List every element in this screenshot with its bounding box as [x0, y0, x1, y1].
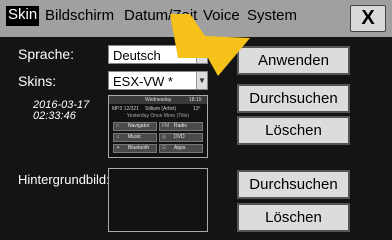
preview-time: 18:15: [189, 97, 202, 103]
apply-button[interactable]: Anwenden: [237, 46, 350, 75]
tab-skin[interactable]: Skin: [6, 6, 40, 26]
preview-button: □ Navigator: [113, 122, 157, 131]
preview-track: MP3 12/321: [112, 106, 139, 112]
music-icon: ♫: [116, 134, 120, 140]
skins-label: Skins:: [18, 73, 57, 89]
tab-bildschirm[interactable]: Bildschirm: [45, 7, 114, 25]
browse-skin-button[interactable]: Durchsuchen: [237, 84, 350, 113]
preview-button: FM Radio: [159, 122, 203, 131]
preview-button: ◎ DVD: [159, 133, 203, 142]
delete-background-button[interactable]: Löschen: [237, 203, 350, 232]
tab-bar: Skin Bildschirm Datum/Zeit Voice System …: [0, 0, 392, 37]
chevron-down-icon[interactable]: ▼: [196, 72, 207, 89]
sprache-select[interactable]: Deutsch ▼: [108, 45, 208, 64]
navigator-icon: □: [116, 123, 120, 129]
hintergrundbild-label: Hintergrundbild:: [18, 172, 110, 187]
skins-select[interactable]: ESX-VW * ▼: [108, 71, 208, 90]
preview-day: Wednesday: [145, 97, 172, 103]
preview-temp: 13°: [193, 106, 201, 112]
chevron-down-icon[interactable]: ▼: [196, 46, 207, 63]
preview-artist: Stiliam (Artist): [145, 106, 177, 112]
preview-button: ☷ Apps: [159, 144, 203, 153]
tab-voice[interactable]: Voice: [203, 7, 240, 25]
tab-datum-zeit[interactable]: Datum/Zeit: [124, 7, 197, 25]
skin-time: 02:33:46: [33, 110, 76, 122]
radio-icon: FM: [162, 123, 170, 129]
preview-button: ✦ Bluetooth: [113, 144, 157, 153]
skin-settings-screen: Skin Bildschirm Datum/Zeit Voice System …: [0, 0, 392, 240]
browse-background-button[interactable]: Durchsuchen: [237, 170, 350, 199]
preview-button: ♫ Music: [113, 133, 157, 142]
sprache-label: Sprache:: [18, 46, 75, 62]
preview-header: Wednesday 18:15: [109, 96, 207, 104]
apps-icon: ☷: [162, 145, 167, 151]
preview-song: Yesterday Once More (Title): [126, 113, 190, 119]
dvd-icon: ◎: [162, 134, 167, 140]
tab-system[interactable]: System: [247, 7, 297, 25]
background-image-preview: [108, 168, 208, 232]
skins-value: ESX-VW *: [113, 74, 173, 89]
sprache-value: Deutsch: [113, 48, 161, 63]
delete-skin-button[interactable]: Löschen: [237, 116, 350, 145]
close-button[interactable]: X: [350, 5, 386, 32]
skin-preview: Wednesday 18:15 MP3 12/321 Stiliam (Arti…: [108, 95, 208, 158]
bluetooth-icon: ✦: [116, 145, 121, 151]
